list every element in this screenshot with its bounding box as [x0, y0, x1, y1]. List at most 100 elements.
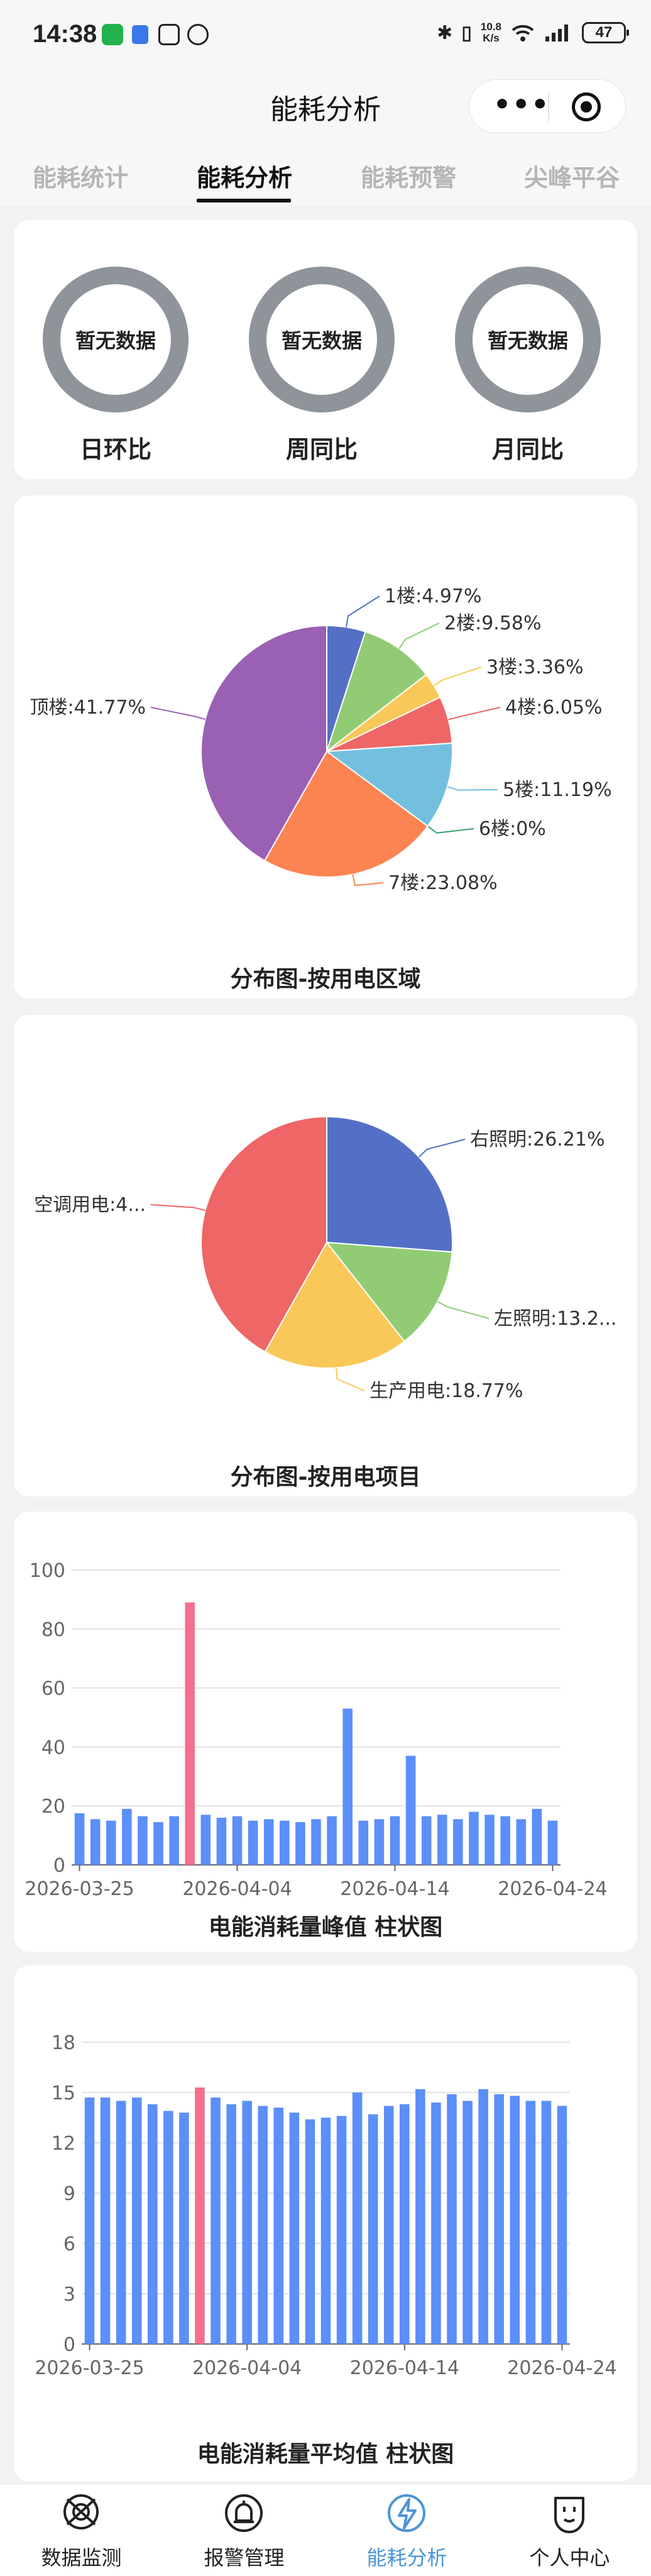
pie-leader-line	[150, 707, 205, 720]
bar[interactable]	[525, 2101, 536, 2344]
bar[interactable]	[138, 1816, 148, 1865]
bar[interactable]	[280, 1820, 290, 1865]
bar[interactable]	[211, 2098, 221, 2344]
bar[interactable]	[263, 1819, 274, 1865]
bar[interactable]	[185, 1602, 195, 1865]
nav-energy-analysis[interactable]: 能耗分析	[326, 2484, 488, 2576]
bar[interactable]	[106, 1820, 116, 1865]
average-bar-title: 电能消耗量平均值 柱状图	[197, 2441, 454, 2467]
bottom-navigation: 数据监测 报警管理 能耗分析 个人中心	[0, 2484, 651, 2576]
bar[interactable]	[195, 2087, 205, 2344]
mini-program-capsule: •••	[469, 79, 626, 133]
bar[interactable]	[516, 1819, 527, 1865]
bar[interactable]	[484, 1815, 495, 1865]
bar[interactable]	[510, 2096, 520, 2344]
bar[interactable]	[336, 2116, 347, 2344]
battery-indicator: 47	[582, 22, 629, 43]
bar[interactable]	[478, 2089, 488, 2344]
bar[interactable]	[400, 2104, 410, 2344]
bar[interactable]	[200, 1815, 211, 1865]
peak-bar-title: 电能消耗量峰值 柱状图	[208, 1915, 443, 1940]
comparison-card: 暂无数据 日环比 暂无数据 周同比 暂无数据 月同比	[14, 220, 637, 479]
bar[interactable]	[179, 2113, 189, 2344]
bar[interactable]	[122, 1808, 132, 1865]
nav-data-monitoring[interactable]: 数据监测	[0, 2484, 163, 2576]
bar[interactable]	[90, 1819, 101, 1865]
bar[interactable]	[547, 1820, 558, 1865]
bar[interactable]	[273, 2108, 284, 2344]
bar[interactable]	[289, 2113, 300, 2344]
y-tick-label: 12	[52, 2133, 75, 2155]
bar[interactable]	[358, 1820, 369, 1865]
pie-leader-line	[346, 595, 380, 627]
bar[interactable]	[532, 1808, 542, 1865]
tab-energy-statistics[interactable]: 能耗统计	[33, 158, 128, 193]
bar[interactable]	[74, 1813, 85, 1865]
bar[interactable]	[163, 2111, 173, 2344]
bar[interactable]	[421, 1816, 432, 1865]
bar[interactable]	[405, 1755, 416, 1865]
area-distribution-title: 分布图-按用电区域	[230, 966, 421, 992]
bar[interactable]	[100, 2098, 111, 2344]
bar[interactable]	[84, 2098, 95, 2344]
bar[interactable]	[216, 1817, 227, 1865]
bar[interactable]	[169, 1816, 179, 1865]
bluetooth-icon: ✱	[437, 22, 453, 43]
nav-alarm-management[interactable]: 报警管理	[163, 2484, 326, 2576]
lightning-icon	[388, 2494, 425, 2532]
pie-slice[interactable]	[326, 1115, 453, 1253]
bar[interactable]	[148, 2104, 158, 2344]
pie-leader-line	[427, 826, 474, 834]
bar[interactable]	[242, 2101, 252, 2344]
signal-icon	[545, 25, 568, 41]
bar[interactable]	[116, 2101, 126, 2344]
bar[interactable]	[453, 1819, 463, 1865]
tab-energy-warning[interactable]: 能耗预警	[361, 158, 456, 193]
y-tick-label: 60	[41, 1678, 65, 1700]
bar[interactable]	[447, 2094, 457, 2344]
bar[interactable]	[541, 2101, 552, 2344]
bar[interactable]	[557, 2106, 567, 2344]
bar[interactable]	[437, 1815, 447, 1865]
bar[interactable]	[131, 2098, 142, 2344]
x-tick-label: 2026-04-14	[350, 2357, 459, 2379]
bar[interactable]	[352, 2092, 363, 2344]
vibrate-icon: ▯	[461, 22, 472, 43]
nav-personal-center[interactable]: 个人中心	[488, 2484, 651, 2576]
pie-leader-line	[352, 874, 384, 887]
bar[interactable]	[295, 1821, 305, 1865]
week-on-week-widget: 暂无数据 周同比	[249, 267, 395, 465]
bar[interactable]	[153, 1821, 163, 1865]
week-on-week-ring: 暂无数据	[249, 267, 395, 412]
month-on-month-widget: 暂无数据 月同比	[455, 267, 601, 465]
bar[interactable]	[494, 2094, 504, 2344]
item-distribution-card: 右照明:26.21% 左照明:13.2... 生产用电:18.77% 空调用电:4..…	[14, 1015, 637, 1496]
bar[interactable]	[232, 1816, 243, 1865]
more-icon[interactable]: •••	[493, 91, 550, 119]
bar[interactable]	[320, 2118, 331, 2344]
bar[interactable]	[342, 1708, 353, 1865]
pie-leader-line	[398, 622, 440, 650]
bar[interactable]	[327, 1816, 337, 1865]
bar[interactable]	[258, 2106, 268, 2344]
bar[interactable]	[226, 2104, 236, 2344]
bar[interactable]	[368, 2114, 378, 2344]
bar[interactable]	[311, 1819, 321, 1865]
bar[interactable]	[305, 2119, 315, 2344]
pie-leader-line	[336, 1368, 365, 1391]
bar[interactable]	[462, 2101, 473, 2344]
bar[interactable]	[248, 1820, 258, 1865]
pie-slice-label: 顶楼:41.77%	[30, 697, 146, 719]
bar[interactable]	[374, 1819, 385, 1865]
bar[interactable]	[383, 2106, 394, 2344]
bar[interactable]	[469, 1811, 479, 1865]
bar[interactable]	[415, 2089, 425, 2344]
bar[interactable]	[431, 2103, 441, 2344]
tab-peak-valley[interactable]: 尖峰平谷	[524, 158, 620, 193]
pie-slice-label: 3楼:3.36%	[486, 656, 584, 678]
bar[interactable]	[500, 1816, 510, 1865]
bar[interactable]	[390, 1816, 400, 1865]
close-target-icon[interactable]	[572, 92, 601, 121]
y-tick-label: 9	[63, 2183, 75, 2205]
tab-energy-analysis[interactable]: 能耗分析	[197, 158, 292, 193]
